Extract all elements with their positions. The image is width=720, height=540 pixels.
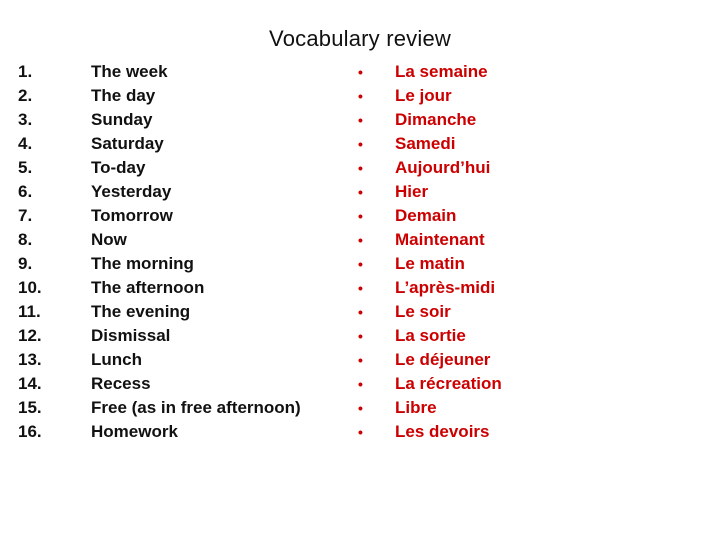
bullet-icon: • (358, 328, 363, 344)
english-term: The afternoon (91, 278, 205, 297)
number-column: 1. 2. 3. 4. 5. 6. 7. 8. 9. 10. 11. 12. 13. 14. 15. 16. (18, 60, 78, 444)
item-number: 4. (18, 134, 33, 153)
french-term: Libre (395, 398, 437, 417)
french-term: Dimanche (395, 110, 477, 129)
french-term: La récreation (395, 374, 502, 393)
french-term: Le soir (395, 302, 451, 321)
item-number: 11. (18, 302, 41, 321)
item-number: 8. (18, 230, 33, 249)
french-term: Hier (395, 182, 429, 201)
item-number: 14. (18, 374, 42, 393)
french-term: L’après-midi (395, 278, 496, 297)
bullet-icon: • (358, 112, 363, 128)
bullet-icon: • (358, 424, 363, 440)
item-number: 5. (18, 158, 33, 177)
french-term: Le matin (395, 254, 465, 273)
bullet-icon: • (358, 184, 363, 200)
bullet-icon: • (358, 136, 363, 152)
french-term: Samedi (395, 134, 456, 153)
english-term: To-day (91, 158, 146, 177)
bullet-icon: • (358, 280, 363, 296)
bullet-icon: • (358, 88, 363, 104)
item-number: 6. (18, 182, 33, 201)
french-term: Le jour (395, 86, 452, 105)
item-number: 13. (18, 350, 42, 369)
english-terms-column: The week The day Sunday Saturday To-day Yeste… (91, 60, 351, 444)
bullet-icon: • (358, 256, 363, 272)
english-term: Now (91, 230, 127, 249)
bullet-icon: • (358, 64, 363, 80)
english-term: Saturday (91, 134, 164, 153)
item-number: 3. (18, 110, 33, 129)
item-number: 10. (18, 278, 42, 297)
french-term: Maintenant (395, 230, 485, 249)
bullet-icon: • (358, 160, 363, 176)
bullet-icon: • (358, 352, 363, 368)
english-term: The evening (91, 302, 191, 321)
bullet-icon: • (358, 400, 363, 416)
bullet-icon: • (358, 304, 363, 320)
item-number: 12. (18, 326, 42, 345)
french-term: Le déjeuner (395, 350, 491, 369)
english-term: Dismissal (91, 326, 171, 345)
bullet-icon: • (358, 208, 363, 224)
english-term: Yesterday (91, 182, 172, 201)
english-term: Tomorrow (91, 206, 173, 225)
french-terms-column: La semaine Le jour Dimanche Samedi Aujourd’h… (395, 60, 695, 444)
bullet-column: • • • • • • • • • • • • • • • • (358, 60, 378, 444)
english-term: Sunday (91, 110, 153, 129)
item-number: 15. (18, 398, 42, 417)
english-term: Homework (91, 422, 178, 441)
item-number: 2. (18, 86, 33, 105)
french-term: Aujourd’hui (395, 158, 491, 177)
english-term: Lunch (91, 350, 142, 369)
english-term: The week (91, 62, 168, 81)
slide-title: Vocabulary review (269, 26, 451, 51)
french-term: Les devoirs (395, 422, 490, 441)
english-term: The morning (91, 254, 194, 273)
english-term: The day (91, 86, 156, 105)
english-term: Free (as in free afternoon) (91, 398, 301, 417)
english-term: Recess (91, 374, 151, 393)
item-number: 7. (18, 206, 33, 225)
item-number: 9. (18, 254, 33, 273)
french-term: Demain (395, 206, 457, 225)
item-number: 16. (18, 422, 42, 441)
french-term: La sortie (395, 326, 466, 345)
bullet-icon: • (358, 376, 363, 392)
french-term: La semaine (395, 62, 488, 81)
bullet-icon: • (358, 232, 363, 248)
item-number: 1. (18, 62, 33, 81)
